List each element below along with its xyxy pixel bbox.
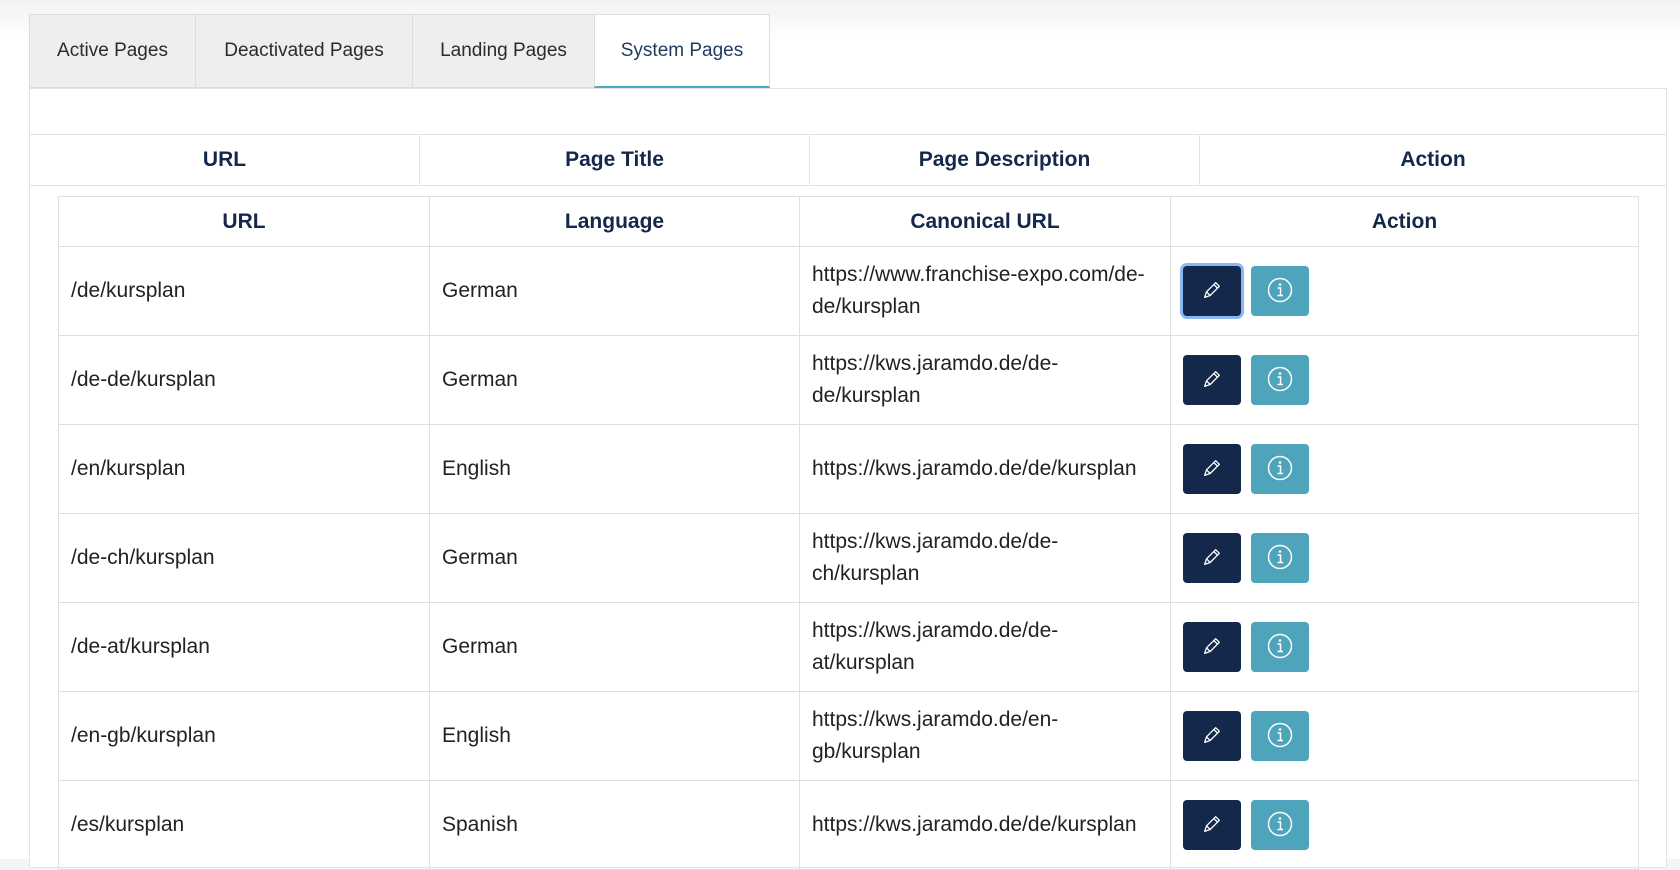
info-circle-icon [1266,276,1294,307]
table-row: /en/kursplan English https://kws.jaramdo.d… [58,424,1639,514]
cell-url: /es/kursplan [58,780,430,870]
cell-url: /de-de/kursplan [58,335,430,425]
pencil-icon [1201,635,1223,660]
cell-action [1170,513,1639,603]
cell-canonical-url: https://kws.jaramdo.de/de/kursplan [799,424,1171,514]
cell-url: /de-at/kursplan [58,602,430,692]
info-button[interactable] [1251,711,1309,761]
cell-language: Spanish [429,780,800,870]
tab-deactivated-pages[interactable]: Deactivated Pages [195,14,412,88]
row-actions [1183,533,1626,583]
pencil-icon [1201,546,1223,571]
cell-url: /en/kursplan [58,424,430,514]
row-actions [1183,266,1626,316]
table-header-row: URL Language Canonical URL Action [58,196,1639,247]
cell-url: /de-ch/kursplan [58,513,430,603]
outer-table-header: URL Page Title Page Description Action [30,135,1666,186]
info-button[interactable] [1251,355,1309,405]
edit-button[interactable] [1183,266,1241,316]
table-row: /es/kursplan Spanish https://kws.jaramdo.d… [58,780,1639,870]
cell-language: English [429,424,800,514]
header-canonical-url: Canonical URL [799,196,1171,247]
info-circle-icon [1266,632,1294,663]
cell-language: German [429,246,800,336]
cell-action [1170,602,1639,692]
header-language: Language [429,196,800,247]
cell-action [1170,780,1639,870]
row-actions [1183,800,1626,850]
page-tabs: Active Pages Deactivated Pages Landing P… [29,14,770,89]
cell-canonical-url: https://kws.jaramdo.de/de/kursplan [799,780,1171,870]
table-row: /en-gb/kursplan English https://kws.jaramd… [58,691,1639,781]
cell-language: English [429,691,800,781]
panel-top-strip [30,89,1666,135]
row-actions [1183,355,1626,405]
tab-landing-pages[interactable]: Landing Pages [412,14,594,88]
cell-language: German [429,513,800,603]
info-button[interactable] [1251,533,1309,583]
cell-action [1170,691,1639,781]
cell-language: German [429,602,800,692]
system-pages-table: URL Language Canonical URL Action /de/ku… [58,196,1639,870]
table-row: /de-at/kursplan German https://kws.jaramdo… [58,602,1639,692]
table-row: /de/kursplan German https://www.franchise-… [58,246,1639,336]
cell-action [1170,424,1639,514]
outer-header-action: Action [1400,148,1466,171]
pencil-icon [1201,813,1223,838]
tab-system-pages[interactable]: System Pages [594,14,770,88]
cell-language: German [429,335,800,425]
outer-header-page-description: Page Description [810,135,1200,185]
edit-button[interactable] [1183,711,1241,761]
cell-canonical-url: https://kws.jaramdo.de/de-de/kursplan [799,335,1171,425]
pencil-icon [1201,368,1223,393]
cell-action [1170,335,1639,425]
header-url: URL [58,196,430,247]
edit-button[interactable] [1183,444,1241,494]
edit-button[interactable] [1183,800,1241,850]
info-circle-icon [1266,810,1294,841]
pencil-icon [1201,279,1223,304]
table-row: /de-de/kursplan German https://kws.jaramdo… [58,335,1639,425]
edit-button[interactable] [1183,355,1241,405]
tab-active-pages[interactable]: Active Pages [29,14,195,88]
cell-url: /en-gb/kursplan [58,691,430,781]
edit-button[interactable] [1183,533,1241,583]
header-action: Action [1170,196,1639,247]
row-actions [1183,622,1626,672]
row-actions [1183,444,1626,494]
edit-button[interactable] [1183,622,1241,672]
cell-url: /de/kursplan [58,246,430,336]
info-button[interactable] [1251,444,1309,494]
info-button[interactable] [1251,800,1309,850]
info-circle-icon [1266,454,1294,485]
cell-canonical-url: https://kws.jaramdo.de/en-gb/kursplan [799,691,1171,781]
info-circle-icon [1266,543,1294,574]
cell-action [1170,246,1639,336]
pencil-icon [1201,457,1223,482]
cell-canonical-url: https://kws.jaramdo.de/de-ch/kursplan [799,513,1171,603]
info-button[interactable] [1251,266,1309,316]
tab-panel: URL Page Title Page Description Action U… [29,88,1667,870]
outer-header-url: URL [30,135,420,185]
table-row: /de-ch/kursplan German https://kws.jaramdo… [58,513,1639,603]
info-button[interactable] [1251,622,1309,672]
info-circle-icon [1266,721,1294,752]
outer-header-page-title: Page Title [420,135,810,185]
info-circle-icon [1266,365,1294,396]
row-actions [1183,711,1626,761]
cell-canonical-url: https://kws.jaramdo.de/de-at/kursplan [799,602,1171,692]
pencil-icon [1201,724,1223,749]
cell-canonical-url: https://www.franchise-expo.com/de-de/kur… [799,246,1171,336]
